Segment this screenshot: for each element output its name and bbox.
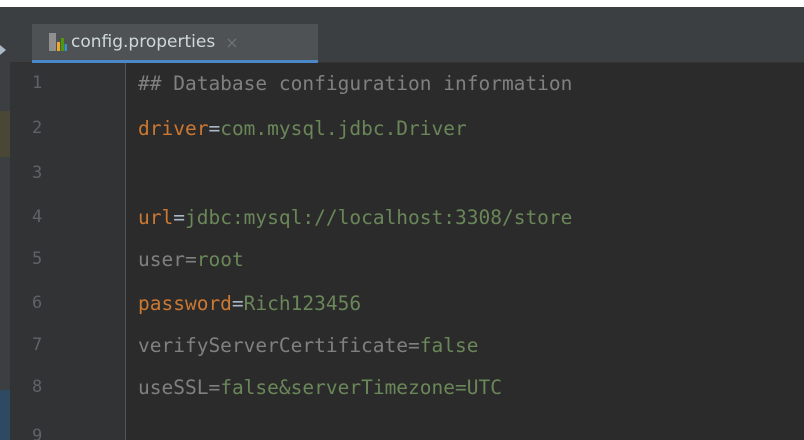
- comment-text: ## Database configuration information: [138, 72, 573, 95]
- line-content: user=root: [138, 241, 244, 278]
- project-tool-strip[interactable]: [0, 7, 10, 440]
- editor-tab-bar: config.properties ×: [10, 7, 804, 63]
- line-number: 2: [32, 118, 43, 138]
- property-value: false: [419, 334, 479, 357]
- code-line[interactable]: 7 verifyServerCertificate=false: [10, 327, 804, 364]
- code-editor[interactable]: 1 ## Database configuration information …: [10, 63, 804, 440]
- equals-sign: =: [231, 292, 244, 315]
- equals-sign: =: [208, 376, 221, 399]
- line-number: 5: [32, 249, 43, 269]
- equals-sign: =: [184, 248, 197, 271]
- code-line[interactable]: 3: [10, 155, 804, 192]
- property-key: url: [138, 206, 174, 229]
- code-line[interactable]: 4 url=jdbc:mysql://localhost:3308/store: [10, 199, 804, 236]
- property-value: false&serverTimezone=UTC: [220, 376, 502, 399]
- property-key: password: [138, 292, 232, 315]
- property-value: com.mysql.jdbc.Driver: [220, 117, 467, 140]
- top-strip: [0, 0, 804, 7]
- line-number: 9: [32, 426, 43, 440]
- code-line[interactable]: 9: [10, 418, 804, 440]
- property-key: driver: [138, 117, 209, 140]
- tab-label: config.properties: [71, 32, 216, 52]
- code-line[interactable]: 1 ## Database configuration information: [10, 65, 804, 102]
- line-number: 7: [32, 335, 43, 355]
- equals-sign: =: [208, 117, 221, 140]
- line-content: useSSL=false&serverTimezone=UTC: [138, 369, 502, 406]
- property-key: useSSL: [138, 376, 209, 399]
- tab-config-properties[interactable]: config.properties ×: [32, 24, 318, 63]
- close-icon[interactable]: ×: [225, 33, 238, 52]
- code-line[interactable]: 2 driver=com.mysql.jdbc.Driver: [10, 110, 804, 147]
- line-number: 6: [32, 293, 43, 313]
- equals-sign: =: [408, 334, 420, 357]
- line-number: 1: [32, 73, 43, 93]
- code-line[interactable]: 5 user=root: [10, 241, 804, 278]
- line-number: 8: [32, 377, 43, 397]
- line-content: verifyServerCertificate=false: [138, 327, 478, 364]
- code-line[interactable]: 8 useSSL=false&serverTimezone=UTC: [10, 369, 804, 406]
- line-number: 4: [32, 207, 43, 227]
- properties-file-icon: [49, 33, 67, 51]
- line-content: driver=com.mysql.jdbc.Driver: [138, 110, 467, 147]
- tool-strip-highlight: [0, 111, 10, 157]
- property-key: verifyServerCertificate: [138, 334, 409, 357]
- equals-sign: =: [173, 206, 185, 229]
- line-content: url=jdbc:mysql://localhost:3308/store: [138, 199, 572, 236]
- property-value: Rich123456: [243, 292, 362, 315]
- tool-strip-selection: [0, 390, 10, 440]
- code-line[interactable]: 6 password=Rich123456: [10, 285, 804, 322]
- property-key: user: [138, 248, 185, 271]
- line-content: ## Database configuration information: [138, 65, 572, 102]
- expand-arrow-icon[interactable]: [0, 45, 6, 55]
- ide-window: config.properties × 1 ## Database config…: [0, 0, 804, 440]
- property-value: jdbc:mysql://localhost:3308/store: [184, 206, 573, 229]
- line-content: password=Rich123456: [138, 285, 361, 322]
- property-value: root: [196, 248, 244, 271]
- line-number: 3: [32, 163, 43, 183]
